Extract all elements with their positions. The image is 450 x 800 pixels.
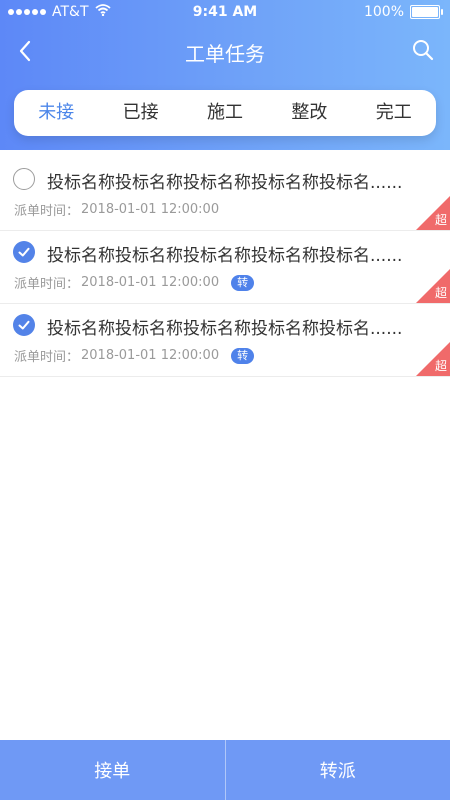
navigation-bar: 工单任务	[0, 26, 450, 74]
accept-order-button[interactable]: 接单	[0, 740, 225, 800]
transfer-order-button[interactable]: 转派	[224, 740, 450, 800]
overdue-corner: 超	[416, 342, 450, 376]
overdue-badge-text: 超	[434, 213, 447, 227]
tab-completed[interactable]: 完工	[376, 90, 412, 136]
select-checkbox[interactable]	[13, 168, 35, 190]
status-bar: AT&T 9:41 AM 100%	[0, 0, 450, 26]
dispatch-time: 2018-01-01 12:00:00	[81, 275, 220, 290]
select-checkbox[interactable]	[13, 241, 35, 263]
battery-icon	[410, 5, 443, 19]
app-screen: AT&T 9:41 AM 100% 工单任务 未接 已接 施工 整改 完工 投标…	[0, 0, 450, 800]
transfer-badge: 转	[231, 347, 255, 364]
overdue-badge-text: 超	[434, 359, 447, 373]
status-right: 100%	[363, 4, 443, 20]
tab-bar: 未接 已接 施工 整改 完工	[14, 90, 436, 136]
tab-construction[interactable]: 施工	[207, 90, 243, 136]
list-item[interactable]: 投标名称投标名称投标名称投标名称投标名...... 派单时间： 2018-01-…	[0, 231, 450, 304]
item-meta: 派单时间： 2018-01-01 12:00:00 转	[14, 346, 255, 365]
list-item[interactable]: 投标名称投标名称投标名称投标名称投标名...... 派单时间： 2018-01-…	[0, 304, 450, 377]
transfer-badge: 转	[231, 274, 255, 291]
dispatch-time-label: 派单时间：	[14, 350, 80, 365]
search-icon	[413, 40, 434, 61]
check-icon	[18, 320, 30, 330]
bottom-action-bar: 接单 转派	[0, 740, 450, 800]
dispatch-time: 2018-01-01 12:00:00	[81, 202, 220, 217]
item-title: 投标名称投标名称投标名称投标名称投标名......	[47, 246, 403, 266]
tab-accepted[interactable]: 已接	[123, 90, 159, 136]
overdue-badge-text: 超	[434, 286, 447, 300]
overdue-corner: 超	[416, 196, 450, 230]
overdue-corner: 超	[416, 269, 450, 303]
search-button[interactable]	[408, 35, 438, 65]
tab-unaccepted[interactable]: 未接	[38, 90, 74, 136]
battery-percent: 100%	[363, 4, 404, 20]
list-item[interactable]: 投标名称投标名称投标名称投标名称投标名...... 派单时间： 2018-01-…	[0, 158, 450, 231]
item-meta: 派单时间： 2018-01-01 12:00:00 转	[14, 273, 255, 292]
item-title: 投标名称投标名称投标名称投标名称投标名......	[47, 173, 403, 193]
tab-rectification[interactable]: 整改	[291, 90, 327, 136]
dispatch-time-label: 派单时间：	[14, 277, 80, 292]
item-title: 投标名称投标名称投标名称投标名称投标名......	[47, 319, 403, 339]
dispatch-time: 2018-01-01 12:00:00	[81, 348, 220, 363]
page-title: 工单任务	[185, 42, 265, 66]
work-order-list: 投标名称投标名称投标名称投标名称投标名...... 派单时间： 2018-01-…	[0, 158, 450, 377]
check-icon	[18, 247, 30, 257]
dispatch-time-label: 派单时间：	[14, 204, 80, 219]
select-checkbox[interactable]	[13, 314, 35, 336]
item-meta: 派单时间： 2018-01-01 12:00:00	[14, 200, 219, 219]
